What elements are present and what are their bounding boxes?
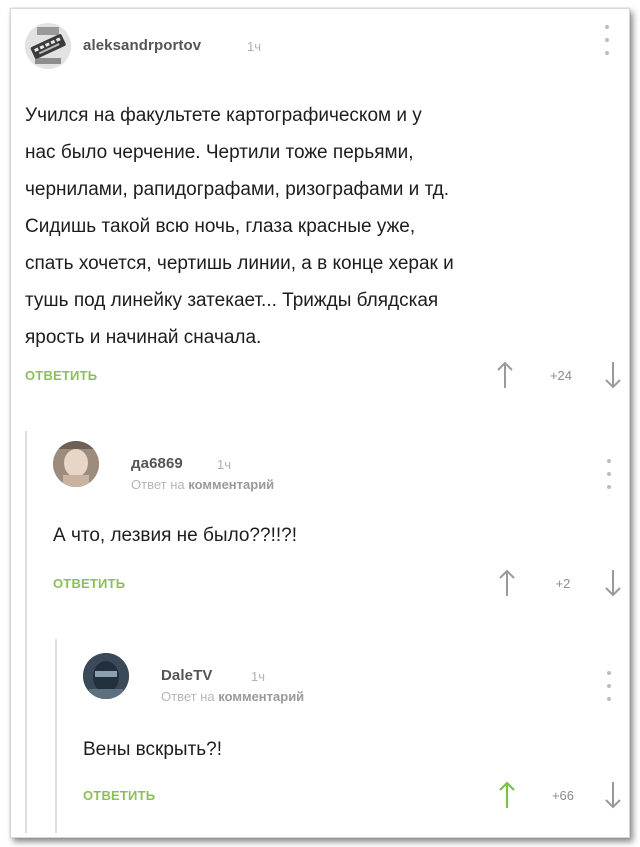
reply-to-label: Ответ на комментарий (161, 689, 304, 704)
comment-score: +66 (551, 788, 575, 803)
comment-thread: aleksandrportov 1ч Учился на факультете … (10, 8, 630, 838)
comment-reply: DaleTV 1ч Ответ на комментарий Вены вскр… (57, 637, 621, 818)
avatar[interactable] (83, 653, 129, 699)
avatar-image-icon (83, 653, 129, 699)
reply-button[interactable]: ОТВЕТИТЬ (53, 576, 125, 591)
comment-text: Вены вскрыть?! (83, 739, 223, 760)
reply-button[interactable]: ОТВЕТИТЬ (83, 788, 155, 803)
upvote-arrow-icon[interactable] (497, 780, 517, 810)
comment-header: DaleTV 1ч Ответ на комментарий (83, 637, 617, 707)
comment-actions: ОТВЕТИТЬ +24 (25, 358, 621, 398)
avatar[interactable] (25, 23, 71, 69)
comment-text: Учился на факультете картографическом и … (25, 105, 454, 348)
avatar-image-icon (53, 441, 99, 487)
comment-score: +2 (555, 576, 571, 591)
downvote-arrow-icon[interactable] (603, 360, 623, 390)
reply-to-link[interactable]: комментарий (218, 689, 304, 704)
username[interactable]: aleksandrportov (83, 37, 201, 54)
username[interactable]: да6869 (131, 455, 183, 472)
upvote-arrow-icon[interactable] (497, 568, 517, 598)
comment-header: aleksandrportov 1ч (25, 23, 615, 83)
upvote-arrow-icon[interactable] (495, 360, 515, 390)
comment-time: 1ч (251, 669, 266, 684)
reply-to-label: Ответ на комментарий (131, 477, 274, 492)
more-options-icon[interactable] (605, 459, 613, 489)
reply-to-link[interactable]: комментарий (188, 477, 274, 492)
downvote-arrow-icon[interactable] (603, 568, 623, 598)
comment-text: А что, лезвия не было??!!?! (53, 525, 297, 546)
comment-actions: ОТВЕТИТЬ +66 (83, 778, 621, 818)
comment-score: +24 (549, 368, 573, 383)
more-options-icon[interactable] (605, 671, 613, 701)
downvote-arrow-icon[interactable] (603, 780, 623, 810)
username[interactable]: DaleTV (161, 667, 212, 684)
comment-time: 1ч (217, 457, 232, 472)
comment-reply: да6869 1ч Ответ на комментарий А что, ле… (27, 429, 621, 606)
comment-time: 1ч (247, 39, 262, 54)
comment-header: да6869 1ч Ответ на комментарий (53, 429, 617, 499)
comment-actions: ОТВЕТИТЬ +2 (53, 566, 621, 606)
more-options-icon[interactable] (603, 25, 611, 55)
reply-to-prefix: Ответ на (131, 477, 185, 492)
avatar-image-icon (25, 23, 71, 69)
avatar[interactable] (53, 441, 99, 487)
reply-to-prefix: Ответ на (161, 689, 215, 704)
comment: aleksandrportov 1ч Учился на факультете … (25, 23, 621, 398)
reply-button[interactable]: ОТВЕТИТЬ (25, 368, 97, 383)
